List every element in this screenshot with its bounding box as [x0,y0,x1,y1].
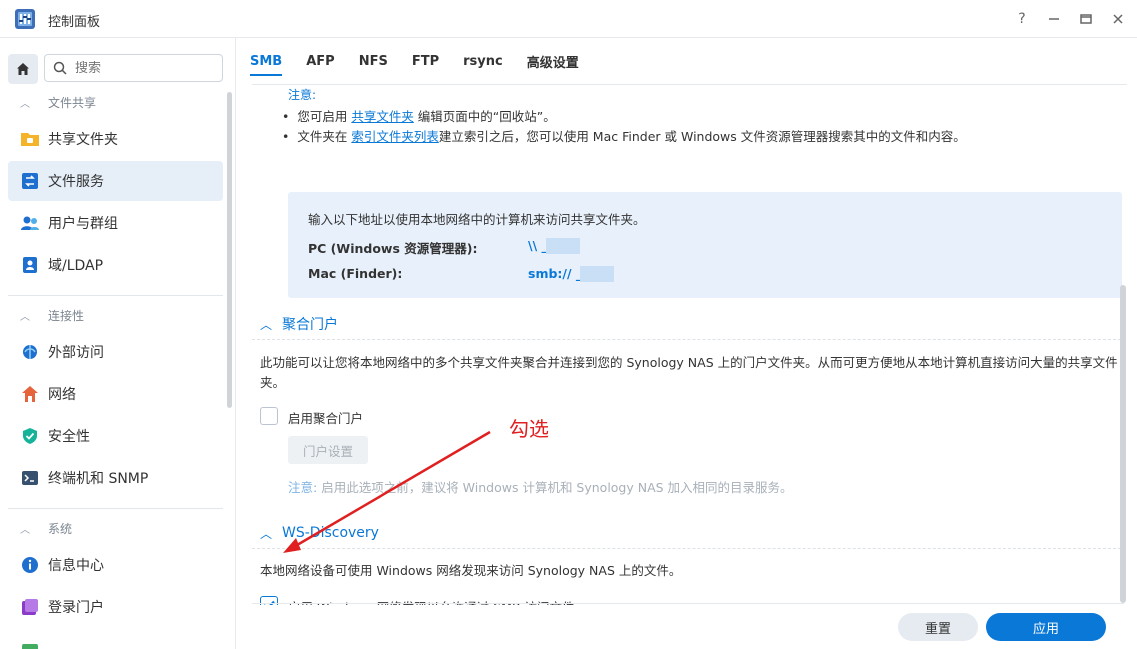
sidebar-scrollbar[interactable] [227,92,232,408]
help-button[interactable]: ? [1011,8,1033,30]
login-portal-icon [20,597,40,617]
section-file-sharing[interactable]: ︿ 文件共享 [20,92,96,112]
aggregation-description: 此功能可以让您将本地网络中的多个共享文件夹聚合并连接到您的 Synology N… [260,355,1118,390]
sidebar-item-file-services[interactable]: 文件服务 [8,161,223,201]
window-title: 控制面板 [48,15,101,30]
smb-settings-content: 注意: • 您可启用 共享文件夹 编辑页面中的“回收站”。 • 文件夹在 索引文… [252,85,1126,605]
tab-ftp[interactable]: FTP [412,38,439,84]
index-folder-list-link[interactable]: 索引文件夹列表 [351,129,439,144]
domain-icon [20,255,40,275]
section-divider [252,548,1126,549]
shield-icon [20,426,40,446]
footer-divider [252,603,1124,604]
tab-bar: SMB AFP NFS FTP rsync 高级设置 [250,38,603,84]
section-aggregation-portal[interactable]: ︿ 聚合门户 [260,312,338,336]
tab-advanced[interactable]: 高级设置 [527,38,579,84]
mac-address-value: smb:// _nas [528,266,614,282]
enable-aggregation-label: 启用聚合门户 [288,411,364,426]
shared-folder-link[interactable]: 共享文件夹 [351,109,414,124]
main-panel: SMB AFP NFS FTP rsync 高级设置 注意: • 您可启用 共享… [236,38,1137,649]
section-system[interactable]: ︿ 系统 [20,518,72,538]
pc-address-value: \\ _nas [528,238,580,254]
minimize-button[interactable] [1043,8,1065,30]
sidebar-item-external-access[interactable]: 外部访问 [8,332,223,372]
external-access-icon [20,342,40,362]
control-panel-icon [14,8,36,30]
chevron-up-icon: ︿ [260,317,273,332]
redacted-mask [580,266,614,282]
portal-settings-button[interactable]: 门户设置 [288,436,368,464]
app-icon [20,639,40,649]
sidebar: ︿文件共享 共享文件夹 文件服务 用户与群组 域/LDAP ︿连接性 外部访问 … [0,38,236,649]
sidebar-item-security[interactable]: 安全性 [8,416,223,456]
apply-button[interactable]: 应用 [986,613,1106,641]
enable-aggregation-checkbox[interactable] [260,407,278,425]
terminal-icon [20,468,40,488]
info-icon [20,555,40,575]
close-button[interactable] [1107,8,1129,30]
annotation-label: 勾选 [509,417,549,441]
ws-discovery-description: 本地网络设备可使用 Windows 网络发现来访问 Synology NAS 上… [260,563,682,578]
mac-address-label: Mac (Finder): [308,266,403,281]
users-icon [20,213,40,233]
tab-rsync[interactable]: rsync [463,38,503,84]
aggregation-note: 注意: 启用此选项之前，建议将 Windows 计算机和 Synology NA… [288,480,793,495]
tab-smb[interactable]: SMB [250,38,283,84]
sidebar-item-partial[interactable] [8,629,223,649]
file-services-icon [20,171,40,191]
search-input[interactable] [75,60,205,76]
sidebar-item-shared-folder[interactable]: 共享文件夹 [8,119,223,159]
chevron-up-icon: ︿ [20,98,30,110]
address-info-box: 输入以下地址以使用本地网络中的计算机来访问共享文件夹。 PC (Windows … [288,192,1122,298]
chevron-up-icon: ︿ [260,526,273,541]
maximize-button[interactable] [1075,8,1097,30]
sidebar-item-terminal-snmp[interactable]: 终端机和 SNMP [8,458,223,498]
network-icon [20,384,40,404]
tab-afp[interactable]: AFP [306,38,334,84]
folder-icon [20,129,40,149]
note-bullet-1: • 您可启用 共享文件夹 编辑页面中的“回收站”。 [282,109,556,124]
home-button[interactable] [8,54,38,84]
redacted-mask [546,238,580,254]
section-divider [252,339,1126,340]
tab-nfs[interactable]: NFS [359,38,388,84]
sidebar-item-network[interactable]: 网络 [8,374,223,414]
address-intro: 输入以下地址以使用本地网络中的计算机来访问共享文件夹。 [308,212,646,227]
section-ws-discovery[interactable]: ︿ WS-Discovery [260,521,379,545]
reset-button[interactable]: 重置 [898,613,978,641]
chevron-up-icon: ︿ [20,311,30,323]
divider [8,295,223,296]
home-icon [17,63,29,75]
sidebar-item-domain-ldap[interactable]: 域/LDAP [8,245,223,285]
content-scrollbar[interactable] [1120,285,1126,603]
title-bar: 控制面板 ? [0,0,1137,38]
section-connectivity[interactable]: ︿ 连接性 [20,305,84,325]
pc-address-label: PC (Windows 资源管理器): [308,241,478,256]
note-bullet-2: • 文件夹在 索引文件夹列表建立索引之后，您可以使用 Mac Finder 或 … [282,129,966,144]
chevron-up-icon: ︿ [20,524,30,536]
search-box[interactable] [44,54,223,82]
divider [8,508,223,509]
sidebar-item-login-portal[interactable]: 登录门户 [8,587,223,627]
search-icon [53,61,67,75]
note-title: 注意: [288,88,317,102]
sidebar-item-info-center[interactable]: 信息中心 [8,545,223,585]
sidebar-item-users-groups[interactable]: 用户与群组 [8,203,223,243]
